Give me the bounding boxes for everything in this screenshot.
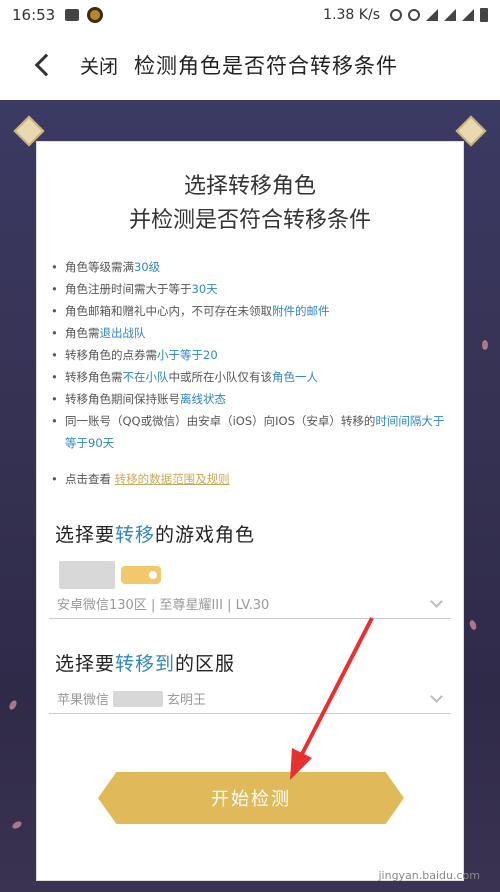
watermark: jingyan.baidu.com bbox=[378, 869, 480, 882]
arrow-head bbox=[290, 748, 312, 780]
annotation-arrow bbox=[290, 617, 374, 780]
arrow-shaft bbox=[298, 617, 374, 759]
